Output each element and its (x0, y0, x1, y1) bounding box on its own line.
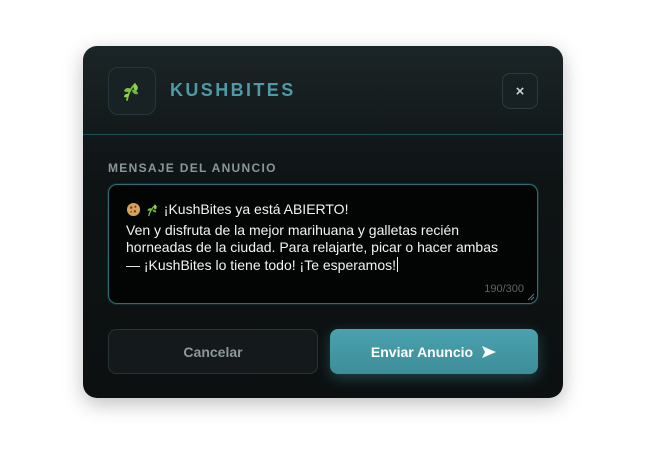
announcement-modal: KUSHBITES × MENSAJE DEL ANUNCIO ¡KushBit… (83, 46, 563, 398)
resize-handle-icon[interactable] (527, 293, 535, 301)
close-button[interactable]: × (502, 73, 538, 109)
cancel-button[interactable]: Cancelar (108, 329, 318, 374)
message-line-1: ¡KushBites ya está ABIERTO! (163, 201, 349, 217)
message-field-label: MENSAJE DEL ANUNCIO (108, 161, 277, 175)
close-icon: × (515, 82, 525, 100)
send-icon (482, 345, 497, 358)
modal-header: KUSHBITES × (83, 46, 563, 135)
leaf-icon (145, 202, 160, 222)
message-textarea[interactable]: ¡KushBites ya está ABIERTO! Ven y disfru… (108, 184, 538, 304)
text-caret (397, 256, 399, 272)
cancel-button-label: Cancelar (183, 343, 243, 360)
send-button-label: Enviar Anuncio (370, 343, 474, 360)
brand-logo (108, 67, 156, 115)
send-announcement-button[interactable]: Enviar Anuncio (330, 329, 538, 374)
brand-name: KUSHBITES (170, 80, 296, 100)
message-body: Ven y disfruta de la mejor marihuana y g… (126, 221, 498, 273)
message-text: ¡KushBites ya está ABIERTO! Ven y disfru… (126, 201, 526, 274)
char-counter: 190/300 (484, 283, 524, 295)
cookie-icon (126, 202, 141, 222)
leaf-icon (124, 83, 138, 101)
